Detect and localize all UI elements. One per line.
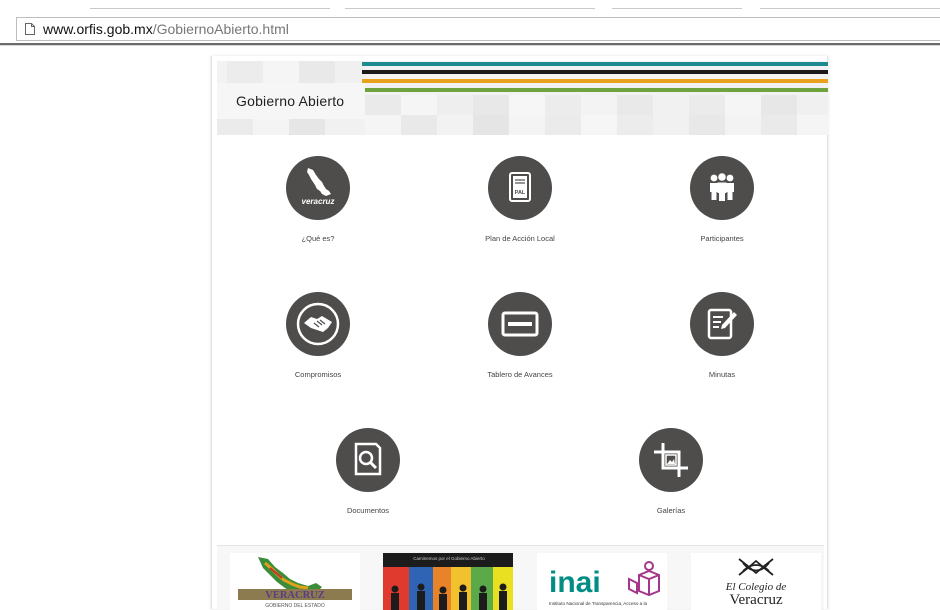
nav-galerias[interactable]: Galerías (581, 428, 761, 515)
url-host: www.orfis.gob.mx (43, 21, 153, 37)
logo-colegio-veracruz[interactable]: El Colegio de Veracruz (691, 553, 821, 610)
inai-logo-subtext: Instituto Nacional de Transparencia, Acc… (549, 601, 648, 606)
pal-icon-text: PAL (515, 190, 526, 196)
inai-logo-text: inai (549, 566, 601, 599)
nav-label: Tablero de Avances (487, 370, 553, 379)
nav-label: Compromisos (294, 370, 342, 379)
nav-label: Galerías (656, 506, 686, 515)
stripe-black (362, 70, 828, 74)
header-color-stripes (362, 61, 828, 95)
nav-label: Participantes (700, 234, 744, 243)
document-search-icon (336, 428, 400, 492)
veracruz-map-icon: veracruz (286, 156, 350, 220)
url-path: /GobiernoAbierto.html (152, 21, 289, 37)
nav-plan-accion-local[interactable]: PAL Plan de Acción Local (430, 156, 610, 243)
stripe-teal (362, 62, 828, 66)
nav-que-es[interactable]: veracruz ¿Qué es? (228, 156, 408, 243)
nav-label: ¿Qué es? (301, 234, 335, 243)
dashboard-board-icon (488, 292, 552, 356)
nav-label: Minutas (708, 370, 736, 379)
crop-image-icon (639, 428, 703, 492)
logo-inai[interactable]: inai Instituto Nacional de Transparencia… (537, 553, 667, 610)
nav-tablero-avances[interactable]: Tablero de Avances (430, 292, 610, 379)
chrome-divider-light (0, 45, 940, 46)
browser-top-edge (0, 0, 940, 10)
nav-documentos[interactable]: Documentos (278, 428, 458, 515)
page-container: Gobierno Abierto veracruz ¿Qué es? PAL P… (211, 56, 828, 610)
nav-minutas[interactable]: Minutas (632, 292, 812, 379)
people-icon (690, 156, 754, 220)
colegio-logo-bottom-text: Veracruz (729, 592, 783, 608)
page-header: Gobierno Abierto (217, 61, 828, 135)
nav-label: Plan de Acción Local (485, 234, 555, 243)
nav-participantes[interactable]: Participantes (632, 156, 812, 243)
nav-compromisos[interactable]: Compromisos (228, 292, 408, 379)
veracruz-logo-text: VERACRUZ (265, 590, 325, 601)
stripe-orange (362, 79, 828, 83)
page-title: Gobierno Abierto (217, 83, 365, 119)
logo-caminemos-gobierno-abierto[interactable]: Caminemos por el Gobierno Abierto (383, 553, 513, 610)
stripe-green (362, 88, 828, 92)
address-bar[interactable]: www.orfis.gob.mx/GobiernoAbierto.html (16, 17, 940, 41)
veracruz-logo-subtext: GOBIERNO DEL ESTADO (265, 603, 325, 609)
page-title-text: Gobierno Abierto (236, 93, 345, 109)
pal-document-icon: PAL (488, 156, 552, 220)
handshake-icon (286, 292, 350, 356)
veracruz-icon-text: veracruz (302, 197, 335, 206)
logo-veracruz-gobierno[interactable]: VERACRUZ GOBIERNO DEL ESTADO (230, 553, 360, 610)
partner-logos-row: VERACRUZ GOBIERNO DEL ESTADO Caminemos p… (217, 545, 824, 610)
nav-label: Documentos (346, 506, 390, 515)
poster-text: Caminemos por el Gobierno Abierto (413, 556, 485, 561)
edit-notes-icon (690, 292, 754, 356)
page-icon (25, 23, 35, 35)
